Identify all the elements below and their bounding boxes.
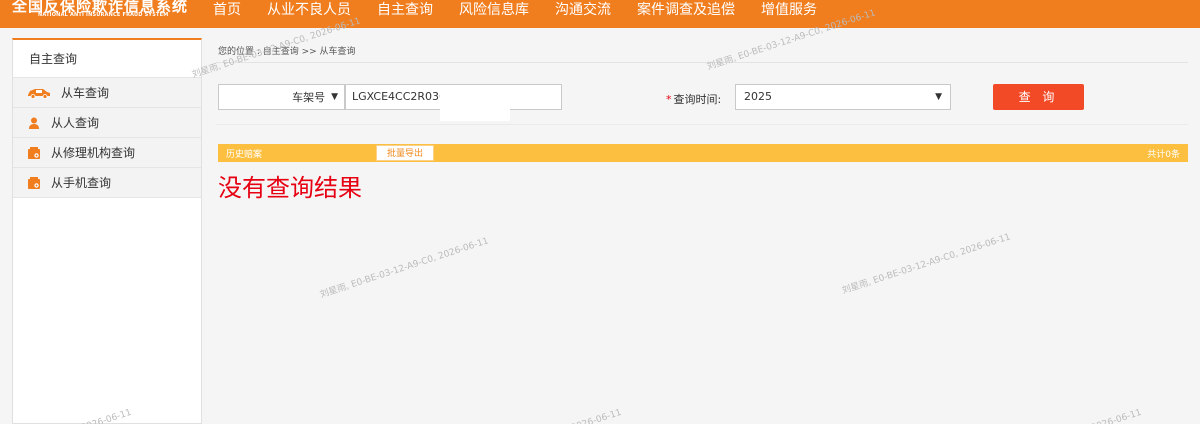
phone-icon — [21, 176, 47, 190]
query-type-select[interactable]: 车架号 ▼ — [218, 84, 345, 110]
form-divider — [216, 124, 1188, 125]
query-time-label-text: 查询时间: — [673, 93, 722, 106]
query-type-value: 车架号 — [292, 91, 326, 104]
breadcrumb-divider — [216, 62, 1188, 63]
no-result-message: 没有查询结果 — [218, 174, 362, 202]
sidebar-item-vehicle-query[interactable]: 从车查询 — [13, 78, 201, 108]
car-icon — [21, 87, 57, 99]
main-nav: 首页 从业不良人员 自主查询 风险信息库 沟通交流 案件调查及追偿 增值服务 — [200, 0, 830, 28]
sidebar-title: 自主查询 — [13, 40, 201, 78]
redaction-mask — [440, 85, 510, 121]
breadcrumb: 您的位置 : 自主查询 >> 从车查询 — [218, 47, 356, 57]
sidebar: 自主查询 从车查询 从人查询 从修理机构查询 从手机查询 — [12, 38, 202, 424]
sidebar-item-label: 从人查询 — [51, 116, 100, 130]
sidebar-item-phone-query[interactable]: 从手机查询 — [13, 168, 201, 198]
chevron-down-icon: ▼ — [935, 92, 942, 102]
site-logo[interactable]: 全国反保险欺诈信息系统 NATIONAL ANTI INSURANCE FRAU… — [0, 0, 200, 28]
chevron-down-icon: ▼ — [331, 92, 338, 102]
nav-item-communication[interactable]: 沟通交流 — [542, 0, 624, 28]
nav-item-bad-practitioners[interactable]: 从业不良人员 — [254, 0, 364, 28]
repair-shop-icon — [21, 146, 47, 160]
sidebar-item-person-query[interactable]: 从人查询 — [13, 108, 201, 138]
main-content: 您的位置 : 自主查询 >> 从车查询 车架号 ▼ LGXCE4CC2R036 … — [210, 38, 1190, 424]
query-button[interactable]: 查 询 — [993, 84, 1084, 110]
query-time-label: * 查询时间: — [666, 91, 721, 107]
logo-subtitle: NATIONAL ANTI INSURANCE FRAUD SYSTEM — [38, 12, 169, 18]
sidebar-item-repair-shop-query[interactable]: 从修理机构查询 — [13, 138, 201, 168]
nav-item-value-added[interactable]: 增值服务 — [748, 0, 830, 28]
result-count: 共计0条 — [1147, 150, 1180, 160]
nav-item-self-query[interactable]: 自主查询 — [364, 0, 446, 28]
nav-item-home[interactable]: 首页 — [200, 0, 254, 28]
top-nav-bar: 全国反保险欺诈信息系统 NATIONAL ANTI INSURANCE FRAU… — [0, 0, 1200, 28]
result-header-bar: 历史赔案 批量导出 共计0条 — [218, 144, 1188, 162]
batch-export-button[interactable]: 批量导出 — [376, 145, 434, 161]
vin-input-value: LGXCE4CC2R036 — [352, 90, 447, 103]
sidebar-item-label: 从手机查询 — [51, 176, 112, 190]
query-time-select[interactable]: 2025 ▼ — [735, 84, 951, 110]
sidebar-item-label: 从修理机构查询 — [51, 146, 136, 160]
required-marker: * — [666, 93, 672, 106]
query-time-value: 2025 — [744, 90, 772, 103]
nav-item-investigation[interactable]: 案件调查及追偿 — [624, 0, 748, 28]
person-icon — [21, 116, 47, 130]
sidebar-item-label: 从车查询 — [61, 86, 110, 100]
result-title: 历史赔案 — [226, 150, 263, 160]
vin-input[interactable]: LGXCE4CC2R036 — [345, 84, 562, 121]
nav-item-risk-database[interactable]: 风险信息库 — [446, 0, 542, 28]
